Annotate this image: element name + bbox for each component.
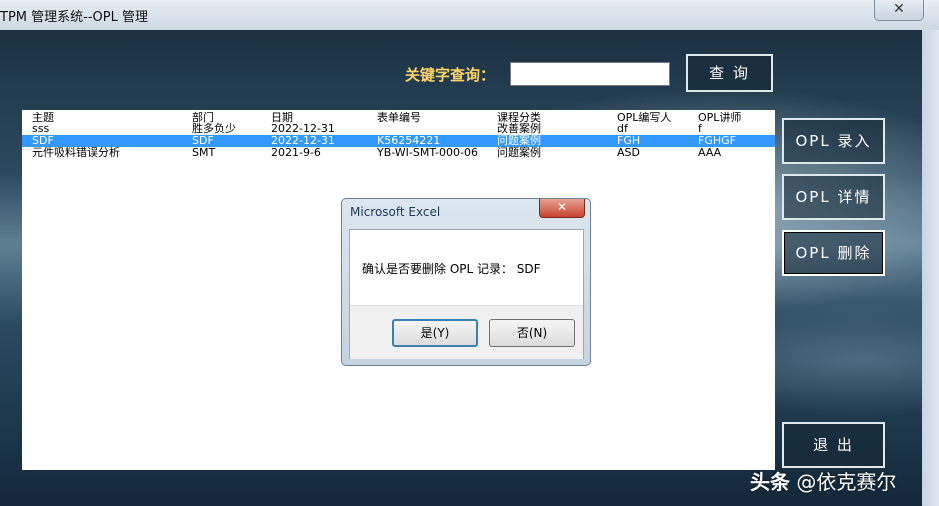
dialog-body: 确认是否要删除 OPL 记录： SDF 是(Y) 否(N) bbox=[349, 229, 584, 359]
cell-topic: 元件吸料错误分析 bbox=[32, 146, 120, 159]
window-titlebar: TPM 管理系统--OPL 管理 ✕ bbox=[0, 0, 939, 31]
watermark-brand: 头条 bbox=[750, 470, 790, 494]
cell-opl-lecturer: AAA bbox=[698, 146, 722, 159]
window-title: TPM 管理系统--OPL 管理 bbox=[0, 10, 148, 25]
dialog-button-bar: 是(Y) 否(N) bbox=[350, 305, 583, 359]
dialog-message: 确认是否要删除 OPL 记录： SDF bbox=[362, 262, 541, 276]
dialog-yes-button[interactable]: 是(Y) bbox=[392, 319, 478, 347]
opl-delete-button[interactable]: OPL 删除 bbox=[782, 230, 885, 276]
close-icon: ✕ bbox=[893, 1, 905, 17]
watermark: 头条 @依克赛尔 bbox=[750, 466, 896, 495]
dialog-no-button[interactable]: 否(N) bbox=[489, 319, 575, 347]
opl-add-button[interactable]: OPL 录入 bbox=[782, 118, 885, 164]
opl-details-button[interactable]: OPL 详情 bbox=[782, 174, 885, 220]
window-close-button[interactable]: ✕ bbox=[874, 0, 924, 21]
window-frame-right bbox=[922, 30, 939, 506]
list-item[interactable]: 元件吸料错误分析 SMT 2021-9-6 YB-WI-SMT-000-06 问… bbox=[22, 147, 775, 159]
search-button[interactable]: 查 询 bbox=[686, 54, 773, 92]
close-icon: ✕ bbox=[556, 200, 568, 214]
search-input[interactable] bbox=[510, 62, 670, 86]
cell-form-number: YB-WI-SMT-000-06 bbox=[377, 146, 478, 159]
cell-course-category: 问题案例 bbox=[497, 146, 541, 159]
search-label: 关键字查询： bbox=[405, 66, 496, 84]
dialog-close-button[interactable]: ✕ bbox=[539, 199, 585, 218]
dialog-title: Microsoft Excel bbox=[350, 205, 441, 219]
cell-date: 2021-9-6 bbox=[271, 146, 321, 159]
confirm-dialog: Microsoft Excel ✕ 确认是否要删除 OPL 记录： SDF 是(… bbox=[341, 198, 591, 366]
exit-button[interactable]: 退 出 bbox=[782, 422, 885, 468]
cell-opl-author: ASD bbox=[617, 146, 640, 159]
watermark-handle: @依克赛尔 bbox=[796, 470, 897, 494]
cell-department: SMT bbox=[192, 146, 216, 159]
